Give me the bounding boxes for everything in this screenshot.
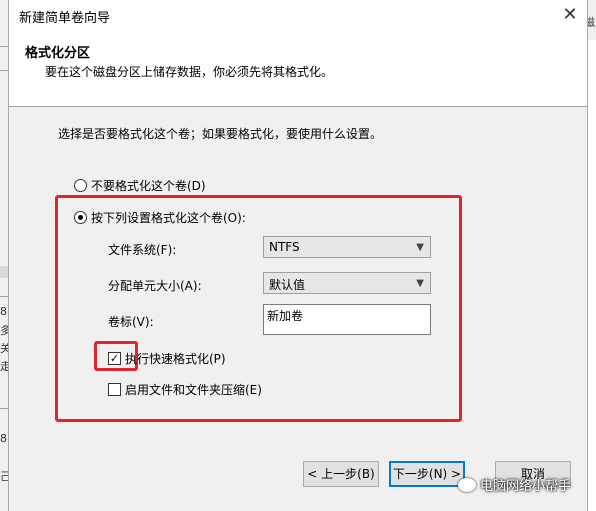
compression-option[interactable]: 启用文件和文件夹压缩(E) (108, 381, 262, 398)
background-text: 多 (0, 324, 8, 337)
background-text: 己 (0, 470, 8, 483)
watermark-text: 电脑网络小帮手 (480, 479, 572, 494)
quick-format-checkbox[interactable]: ✓ (108, 352, 121, 365)
allocation-unit-select[interactable]: 默认值 ▼ (263, 272, 431, 294)
radio-format[interactable]: 按下列设置格式化这个卷(O): (74, 209, 246, 226)
file-system-label: 文件系统(F): (108, 243, 177, 257)
radio-format-label: 按下列设置格式化这个卷(O): (91, 211, 246, 225)
background-text: 关 (0, 342, 8, 355)
wechat-icon (458, 477, 476, 492)
radio-no-format-label: 不要格式化这个卷(D) (91, 179, 206, 193)
wizard-header: 格式化分区 要在这个磁盘分区上储存数据，你必须先将其格式化。 (9, 30, 587, 107)
allocation-unit-label: 分配单元大小(A): (108, 279, 202, 293)
volume-label-input[interactable] (267, 308, 417, 322)
close-icon[interactable]: ✕ (553, 0, 587, 30)
page-subtitle: 要在这个磁盘分区上储存数据，你必须先将其格式化。 (45, 65, 334, 79)
volume-label-label: 卷标(V): (108, 315, 154, 329)
back-button[interactable]: < 上一步(B) (303, 461, 379, 487)
next-button[interactable]: 下一步(N) > (389, 461, 465, 487)
volume-label-field[interactable] (263, 304, 431, 335)
title-bar[interactable]: 新建简单卷向导 ✕ (9, 0, 587, 30)
page-title: 格式化分区 (25, 46, 91, 61)
background-scrollbar (0, 266, 8, 278)
quick-format-label: 执行快速格式化(P) (125, 352, 226, 366)
background-rule (0, 46, 8, 47)
radio-no-format[interactable]: 不要格式化这个卷(D) (74, 177, 206, 194)
chevron-down-icon: ▼ (416, 278, 424, 289)
radio-button-selected[interactable] (74, 211, 87, 224)
background-rule (0, 296, 8, 297)
window-title: 新建简单卷向导 (19, 11, 111, 26)
quick-format-option[interactable]: ✓ 执行快速格式化(P) (108, 350, 226, 367)
new-simple-volume-wizard: 新建简单卷向导 ✕ 格式化分区 要在这个磁盘分区上储存数据，你必须先将其格式化。… (8, 0, 588, 511)
allocation-unit-value: 默认值 (269, 278, 306, 292)
watermark: 电脑网络小帮手 (458, 475, 571, 494)
compression-checkbox[interactable] (108, 383, 121, 396)
background-text: 8 (0, 432, 7, 445)
file-system-select[interactable]: NTFS ▼ (263, 236, 431, 258)
background-text: 8 (0, 305, 7, 318)
background-rule (0, 70, 8, 71)
background-rule (0, 408, 8, 409)
instruction-text: 选择是否要格式化这个卷；如果要格式化，要使用什么设置。 (58, 127, 383, 141)
radio-button[interactable] (74, 179, 87, 192)
file-system-value: NTFS (269, 240, 300, 254)
chevron-down-icon: ▼ (416, 242, 424, 253)
background-text: 走 (0, 360, 8, 373)
compression-label: 启用文件和文件夹压缩(E) (125, 383, 262, 397)
